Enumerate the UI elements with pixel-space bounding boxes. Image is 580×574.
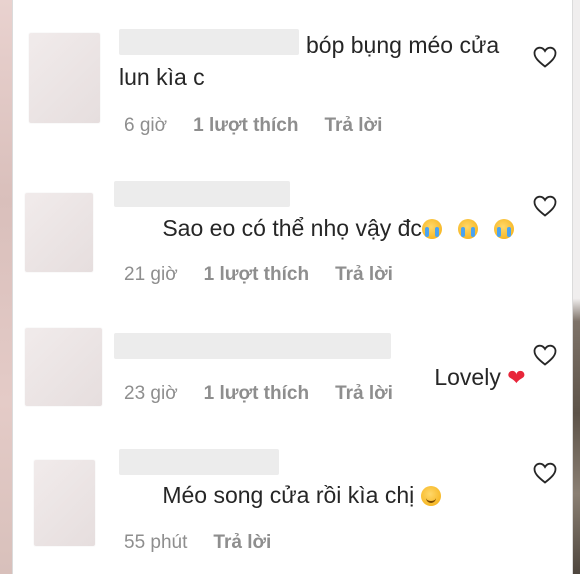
- heart-outline-icon: [533, 462, 557, 484]
- background-left-edge: [0, 0, 12, 574]
- heart-outline-icon: [533, 46, 557, 68]
- avatar[interactable]: [34, 460, 95, 546]
- reply-button[interactable]: Trả lời: [213, 532, 271, 554]
- comment-text-content: Lovely: [434, 364, 501, 390]
- reply-button[interactable]: Trả lời: [335, 383, 393, 405]
- crying-face-emoji: [493, 219, 514, 239]
- comment-text: Méo song cửa rồi kìa chị: [124, 447, 524, 543]
- crying-face-emoji: [457, 219, 478, 239]
- comment-time: 55 phút: [124, 532, 188, 553]
- smiling-face-emoji: [420, 486, 441, 506]
- comment-time: 21 giờ: [124, 264, 178, 285]
- like-count[interactable]: 1 lượt thích: [204, 264, 309, 286]
- red-heart-emoji: ❤: [507, 366, 526, 391]
- comment-time: 6 giờ: [124, 115, 168, 136]
- avatar[interactable]: [25, 328, 102, 406]
- heart-outline-icon: [533, 195, 557, 217]
- comment-text: Sao eo có thể nhọ vậy đc: [124, 180, 524, 276]
- comments-panel: bóp bụng méo cửa lun kìa c 6 giờ 1 lượt t…: [12, 0, 573, 574]
- avatar[interactable]: [25, 193, 93, 272]
- comment-text-content: Sao eo có thể nhọ vậy đc: [162, 215, 422, 241]
- comment-text-content: Méo song cửa rồi kìa chị: [162, 482, 415, 508]
- comment-text: bóp bụng méo cửa lun kìa c: [119, 32, 506, 90]
- like-count[interactable]: 1 lượt thích: [193, 115, 298, 137]
- reply-button[interactable]: Trả lời: [335, 264, 393, 286]
- heart-outline-icon: [533, 344, 557, 366]
- like-button[interactable]: [533, 344, 557, 366]
- avatar[interactable]: [29, 33, 100, 123]
- comment-meta: 23 giờ 1 lượt thích Trả lời: [124, 383, 419, 405]
- comment-time: 23 giờ: [124, 383, 178, 404]
- like-button[interactable]: [533, 462, 557, 484]
- comment-meta: 21 giờ 1 lượt thích Trả lời: [124, 264, 419, 286]
- comment-meta: 55 phút Trả lời: [124, 532, 297, 554]
- reply-button[interactable]: Trả lời: [324, 115, 382, 137]
- like-count[interactable]: 1 lượt thích: [204, 383, 309, 405]
- username-blurred[interactable]: [114, 333, 391, 359]
- like-button[interactable]: [533, 195, 557, 217]
- crying-face-emoji: [421, 219, 442, 239]
- comment-meta: 6 giờ 1 lượt thích Trả lời: [124, 115, 408, 137]
- background-right-edge: [573, 0, 580, 574]
- like-button[interactable]: [533, 46, 557, 68]
- comment-text: Lovely ❤: [396, 329, 536, 427]
